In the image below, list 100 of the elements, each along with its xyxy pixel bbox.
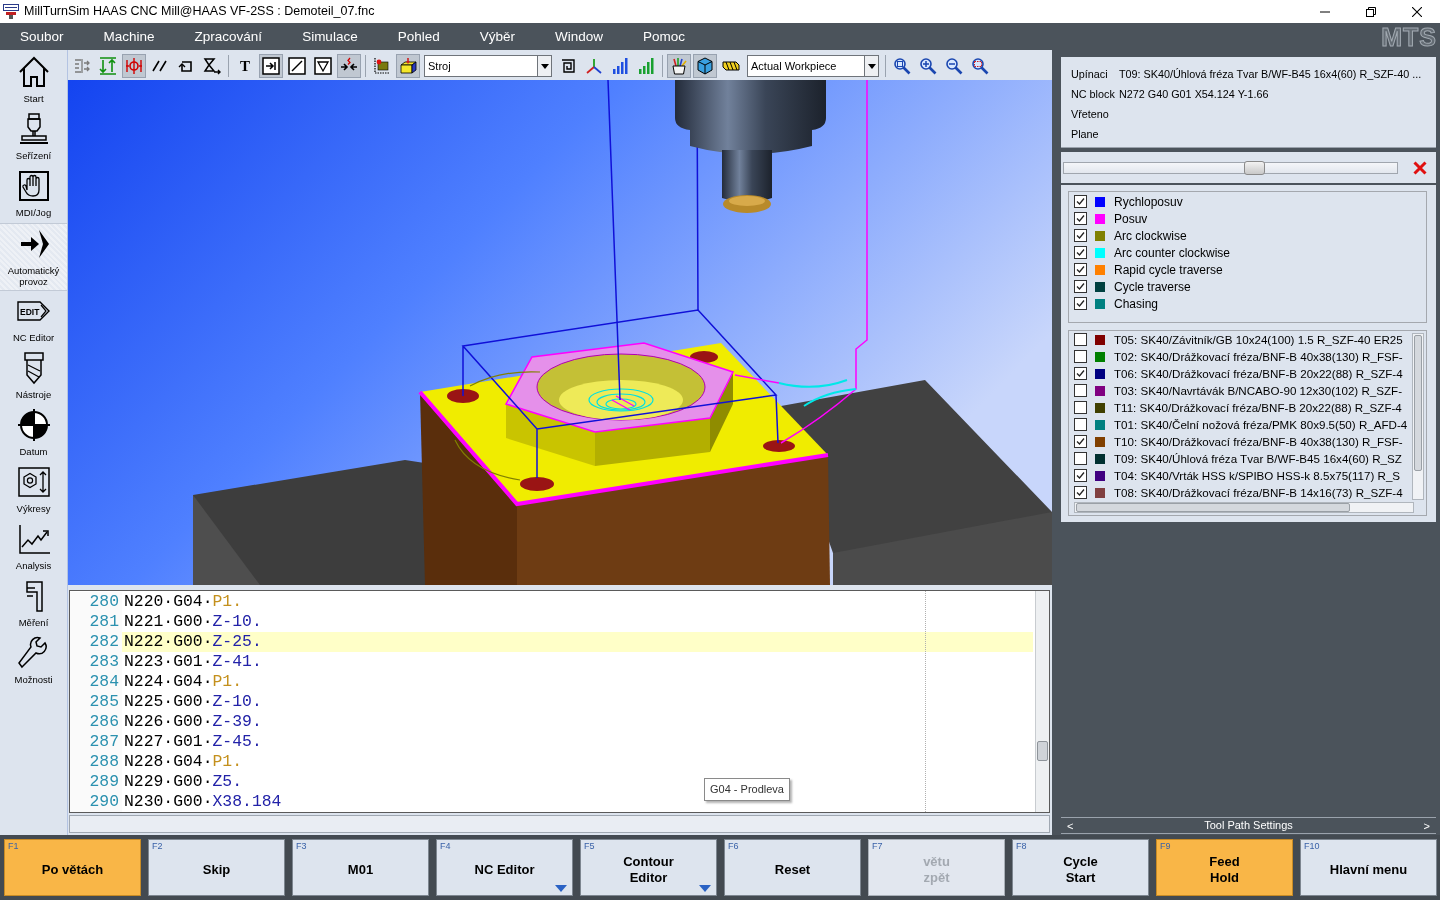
checkbox[interactable] [1074,263,1087,276]
brand-logo: MTS [1381,24,1437,49]
sidebar-item[interactable]: Datum [0,405,67,462]
function-key[interactable]: F8 Cycle Start [1012,839,1149,896]
menu-item[interactable]: Zpracování [174,23,283,50]
checkbox[interactable] [1074,452,1087,465]
code-line[interactable]: N221·G00·Z-10. [122,612,262,632]
sidebar-item[interactable]: Výkresy [0,462,67,519]
checkbox[interactable] [1074,401,1087,414]
line-number: 284 [70,672,122,692]
checkbox[interactable] [1074,212,1087,225]
menu-item[interactable]: Výběr [459,23,535,50]
checkbox[interactable] [1074,435,1087,448]
checkbox[interactable] [1074,486,1087,499]
text-tool-button[interactable]: T [233,54,257,78]
field-value: T09: SK40/Úhlová fréza Tvar B/WF-B45 16x4(60) R_SZF-40 ... [1119,67,1422,82]
tool-label: T01: SK40/Čelní nožová fréza/PMK 80x9.5(50) R_AFD-4 [1114,416,1408,433]
tool-label: T03: SK40/Navrtávák B/NCABO-90 12x30(102) R_SZF- [1114,382,1403,399]
checkbox[interactable] [1074,280,1087,293]
toolbar-button[interactable] [667,54,691,78]
function-key[interactable]: F3 M01 [292,839,429,896]
slider-thumb[interactable] [1243,160,1265,175]
field-label: Upínaci [1071,67,1109,82]
code-line[interactable]: N230·G00·X38.184 [122,792,282,812]
caret-icon [867,63,876,69]
menu-item[interactable]: Machine [83,23,175,50]
dropdown[interactable]: Actual Workpiece [747,55,879,77]
triangle-box-icon [314,57,332,75]
bar-chart-icon [637,57,655,75]
menu-item[interactable]: Soubor [0,23,84,50]
slider-track[interactable] [1063,161,1398,174]
legend-label: Posuv [1114,210,1148,228]
axes-icon [585,57,603,75]
function-key[interactable]: F9 Feed Hold [1156,839,1293,896]
code-line[interactable]: N223·G01·Z-41. [122,652,262,672]
line-number: 281 [70,612,122,632]
sidebar-item[interactable]: Nástroje [0,348,67,405]
checkbox[interactable] [1074,350,1087,363]
toolbar-button[interactable] [311,54,335,78]
sidebar-item[interactable]: Start [0,52,67,109]
checkbox[interactable] [1074,229,1087,242]
checkbox[interactable] [1074,246,1087,259]
panel-title: Tool Path Settings [1204,818,1293,834]
toolbar-button[interactable] [693,54,717,78]
code-line[interactable]: N227·G01·Z-45. [122,732,262,752]
function-key[interactable]: F2 Skip [148,839,285,896]
menu-item[interactable]: Simulace [282,23,378,50]
sidebar-item[interactable]: Analysis [0,519,67,576]
function-key[interactable]: F5 Contour Editor [580,839,717,896]
checkbox[interactable] [1074,367,1087,380]
function-key[interactable]: F4 NC Editor [436,839,573,896]
previous-button[interactable]: < [1061,818,1080,833]
legend-label: Rapid cycle traverse [1114,261,1223,279]
toolbar-button[interactable] [396,54,420,78]
code-line[interactable]: N225·G00·Z-10. [122,692,262,712]
checkbox[interactable] [1074,333,1087,346]
function-key[interactable]: F10 Hlavní menu [1300,839,1437,896]
horizontal-scrollbar[interactable] [1074,502,1414,513]
next-button[interactable]: > [1417,818,1436,833]
line-number: 282 [70,632,122,652]
pencil-cup-icon [670,57,688,75]
toolbar-button[interactable] [285,54,309,78]
code-line[interactable]: N220·G04·P1. [122,592,243,612]
tool-label: T09: SK40/Úhlová fréza Tvar B/WF-B45 16x4(60) R_SZ [1114,450,1402,467]
field-label: NC block [1071,87,1116,102]
toolbar-button[interactable] [337,54,361,78]
dropdown[interactable]: Stroj [424,55,552,77]
sidebar-item[interactable]: Měření [0,576,67,633]
drawing-icon [16,465,51,499]
function-key[interactable]: F1 Po větách [4,839,141,896]
vertical-scrollbar[interactable] [1035,591,1049,812]
code-line[interactable]: N229·G00·Z5. [122,772,243,792]
clear-button[interactable] [1413,160,1427,175]
vertical-scrollbar[interactable] [1412,333,1424,500]
legend-label: Rychloposuv [1114,193,1183,211]
sidebar-item[interactable]: Možnosti [0,633,67,690]
line-number: 288 [70,752,122,772]
checkbox[interactable] [1074,297,1087,310]
tool-label: T04: SK40/Vrták HSS k/SPIBO HSS-k 8.5x75(117) R_S [1114,467,1401,484]
code-line[interactable]: N226·G00·Z-39. [122,712,262,732]
sidebar-item[interactable]: Seřízení [0,109,67,166]
arrow-to-bar-icon [262,57,280,75]
checkbox[interactable] [1074,384,1087,397]
checkbox[interactable] [1074,195,1087,208]
bar-chart-icon [611,57,629,75]
code-line[interactable]: N224·G04·P1. [122,672,243,692]
checkbox[interactable] [1074,418,1087,431]
field-value: N272 G40 G01 X54.124 Y-1.66 [1119,87,1269,102]
sidebar-item[interactable]: EDIT NC Editor [0,291,67,348]
sidebar-item[interactable]: Automatický provoz [0,223,67,291]
code-line[interactable]: N228·G04·P1. [122,752,243,772]
window-title: MillTurnSim HAAS CNC Mill@HAAS VF-2SS : Demoteil_07.fnc [24,3,375,21]
toolbar-button[interactable] [259,54,283,78]
sidebar-item[interactable]: MDI/Jog [0,166,67,223]
legend-label: Arc counter clockwise [1114,244,1231,262]
checkbox[interactable] [1074,469,1087,482]
menu-item[interactable]: Pohled [377,23,460,50]
menu-item[interactable]: Pomoc [623,23,706,50]
menu-item[interactable]: Window [535,23,623,50]
function-key[interactable]: F6 Reset [724,839,861,896]
